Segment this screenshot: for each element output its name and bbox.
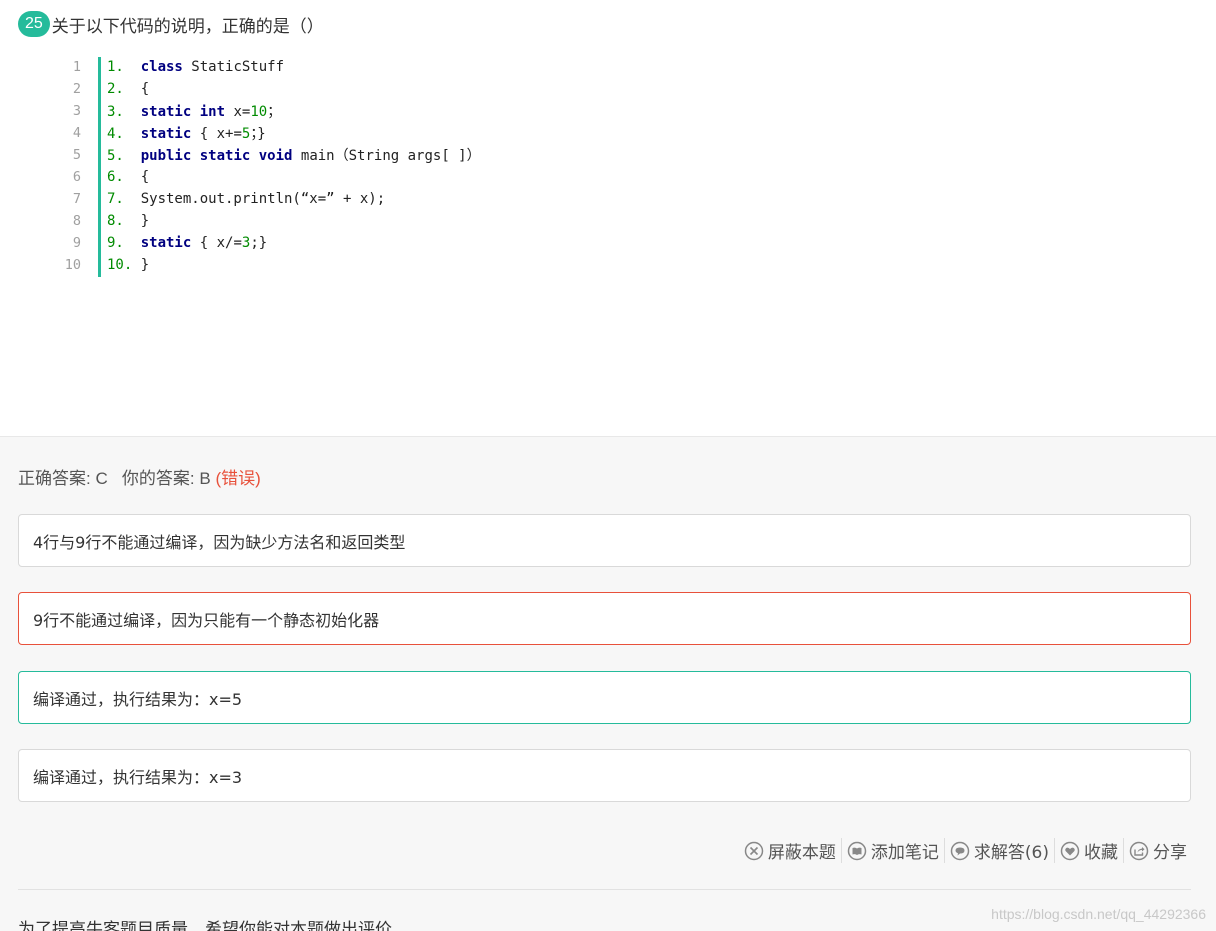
option-d[interactable]: 编译通过，执行结果为：x=3 xyxy=(18,749,1191,802)
code-token: { xyxy=(140,81,150,97)
code-line: 9 9. static { x/=3;} xyxy=(60,232,860,254)
note-icon xyxy=(847,841,867,860)
code-line-prefix: 4. xyxy=(107,126,141,142)
code-keyword: void xyxy=(258,148,293,164)
line-number: 9 xyxy=(72,235,81,251)
option-text: 编译通过，执行结果为：x=3 xyxy=(33,767,243,787)
code-line-prefix: 5. xyxy=(107,148,141,164)
code-line: 4 4. static { x+=5；} xyxy=(60,122,860,144)
code-line-prefix: 7. xyxy=(107,191,141,207)
line-number: 7 xyxy=(72,191,81,207)
code-lines: 1 1. class StaticStuff 2 2. {3 3. static int… xyxy=(60,56,860,276)
code-keyword: static xyxy=(140,104,192,120)
code-text: 5. public static void main（String args[ … xyxy=(90,145,481,165)
code-line: 1 1. class StaticStuff xyxy=(60,56,860,78)
code-token: ； xyxy=(267,104,282,120)
code-line: 5 5. public static void main（String args[… xyxy=(60,144,860,166)
line-number: 8 xyxy=(72,213,81,229)
code-text: 3. static int x=10； xyxy=(90,101,281,121)
code-line: 7 7. System.out.println(“x=” + x); xyxy=(60,188,860,210)
code-token: } xyxy=(140,257,150,273)
heart-icon xyxy=(1060,841,1080,860)
code-line-prefix: 9. xyxy=(107,235,141,251)
correct-answer: 正确答案: C xyxy=(18,469,108,488)
rate-prompt: 为了提高牛客题目质量，希望你能对本题做出评价 xyxy=(18,920,392,931)
your-answer: 你的答案: B xyxy=(121,469,211,488)
watermark: https://blog.csdn.net/qq_44292366 xyxy=(991,906,1206,922)
line-number: 6 xyxy=(72,169,81,185)
add-note-button[interactable]: 添加笔记 xyxy=(842,838,945,863)
question-header: 25 关于以下代码的说明，正确的是（） xyxy=(18,10,324,38)
code-line: 10 10. } xyxy=(60,254,860,276)
option-text: 9行不能通过编译，因为只能有一个静态初始化器 xyxy=(33,610,380,630)
code-token: ；} xyxy=(250,126,266,142)
question-title: 关于以下代码的说明，正确的是（） xyxy=(51,16,324,37)
code-line: 6 6. { xyxy=(60,166,860,188)
code-token: StaticStuff xyxy=(182,59,285,75)
code-token: { xyxy=(140,169,150,185)
answer-summary: 正确答案: C 你的答案: B (错误) xyxy=(18,464,261,489)
favorite-button[interactable]: 收藏 xyxy=(1055,838,1124,863)
option-text: 4行与9行不能通过编译，因为缺少方法名和返回类型 xyxy=(33,532,406,552)
line-number: 10 xyxy=(64,257,81,273)
block-icon xyxy=(744,841,764,860)
line-number: 4 xyxy=(72,125,81,141)
option-b[interactable]: 9行不能通过编译，因为只能有一个静态初始化器 xyxy=(18,592,1191,645)
block-label: 屏蔽本题 xyxy=(767,843,836,863)
option-text: 编译通过，执行结果为：x=5 xyxy=(33,689,243,709)
code-line: 8 8. } xyxy=(60,210,860,232)
line-number: 2 xyxy=(72,81,81,97)
code-line-prefix: 2. xyxy=(107,81,141,97)
ask-answer-button[interactable]: 求解答(6) xyxy=(945,838,1055,863)
code-line-prefix: 6. xyxy=(107,169,141,185)
line-number: 3 xyxy=(72,103,81,119)
code-keyword: static xyxy=(140,126,192,142)
code-block: 1 1. class StaticStuff 2 2. {3 3. static int… xyxy=(60,56,860,277)
wrong-tag: (错误) xyxy=(215,469,261,488)
code-gutter-bar xyxy=(98,57,101,277)
code-token: ;} xyxy=(250,235,268,251)
block-question-button[interactable]: 屏蔽本题 xyxy=(739,838,842,863)
code-token: main（String args[ ]） xyxy=(292,148,481,164)
code-token: { x+= xyxy=(191,126,242,142)
code-token: x= xyxy=(225,104,251,120)
ask-label: 求解答(6) xyxy=(973,843,1049,863)
code-token: } xyxy=(140,213,150,229)
code-text: 9. static { x/=3;} xyxy=(90,235,267,251)
code-text: 1. class StaticStuff xyxy=(90,59,284,75)
code-keyword: public xyxy=(140,148,192,164)
code-token: System.out.println(“x=” + x); xyxy=(140,191,386,207)
code-line: 2 2. { xyxy=(60,78,860,100)
code-keyword: static xyxy=(199,148,251,164)
code-number: 10 xyxy=(250,104,268,120)
favorite-label: 收藏 xyxy=(1084,843,1118,863)
share-label: 分享 xyxy=(1153,843,1187,863)
code-line: 3 3. static int x=10； xyxy=(60,100,860,122)
action-bar: 屏蔽本题 添加笔记 求解答(6) 收藏 分享 xyxy=(739,838,1192,863)
line-number: 5 xyxy=(72,147,81,163)
divider xyxy=(18,889,1191,890)
question-number-badge: 25 xyxy=(18,11,50,37)
answer-section: 正确答案: C 你的答案: B (错误) 4行与9行不能通过编译，因为缺少方法名… xyxy=(0,436,1216,931)
note-label: 添加笔记 xyxy=(870,843,939,863)
option-c[interactable]: 编译通过，执行结果为：x=5 xyxy=(18,671,1191,724)
code-keyword: class xyxy=(140,59,183,75)
code-keyword: int xyxy=(199,104,226,120)
code-keyword: static xyxy=(140,235,192,251)
line-number: 1 xyxy=(72,59,81,75)
code-token: { x/= xyxy=(191,235,242,251)
code-text: 7. System.out.println(“x=” + x); xyxy=(90,191,385,207)
code-line-prefix: 1. xyxy=(107,59,141,75)
share-button[interactable]: 分享 xyxy=(1124,838,1192,863)
comment-icon xyxy=(950,841,970,860)
code-line-prefix: 8. xyxy=(107,213,141,229)
code-line-prefix: 3. xyxy=(107,104,141,120)
code-text: 4. static { x+=5；} xyxy=(90,123,266,143)
share-icon xyxy=(1129,841,1149,860)
code-line-prefix: 10. xyxy=(107,257,141,273)
option-a[interactable]: 4行与9行不能通过编译，因为缺少方法名和返回类型 xyxy=(18,514,1191,567)
